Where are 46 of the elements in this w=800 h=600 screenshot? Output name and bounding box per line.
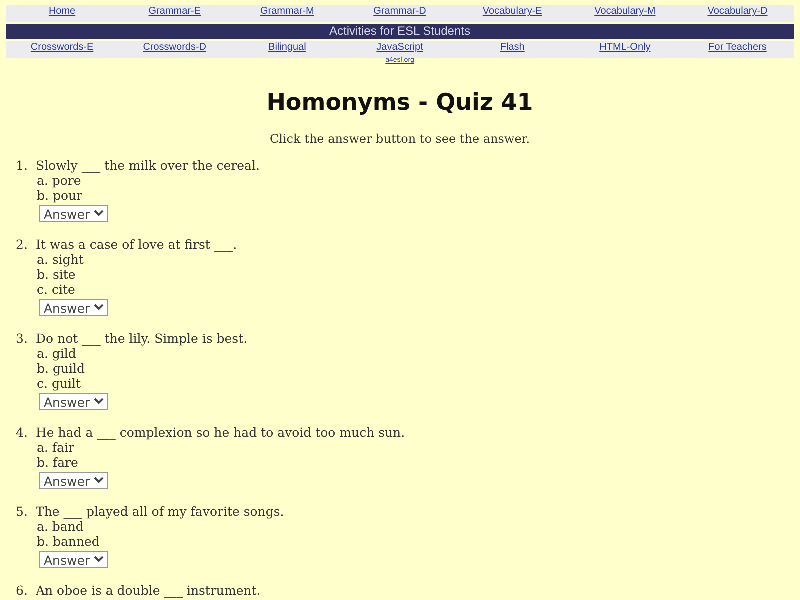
instructions: Click the answer button to see the answer. bbox=[268, 132, 532, 147]
answer-dropdown[interactable]: Answer bbox=[39, 299, 108, 316]
answer-option: b. pour bbox=[0, 188, 800, 203]
question-number: 2. bbox=[15, 237, 29, 252]
banner: Activities for ESL Students bbox=[6, 24, 794, 39]
answer-option: a. pore bbox=[0, 173, 800, 188]
nav-link[interactable]: Grammar-M bbox=[231, 6, 344, 21]
answer-option: c. cite bbox=[0, 282, 800, 297]
answer-option: b. fare bbox=[0, 455, 800, 470]
nav-link[interactable]: Home bbox=[6, 6, 119, 21]
answer-option: b. banned bbox=[0, 534, 800, 549]
question-text: The ___ played all of my favorite songs. bbox=[36, 504, 284, 519]
nav-link[interactable]: Bilingual bbox=[268, 42, 306, 57]
nav-link[interactable]: Grammar-D bbox=[344, 6, 456, 21]
answer-dropdown[interactable]: Answer bbox=[39, 472, 108, 489]
nav-link[interactable]: Crosswords-D bbox=[143, 42, 207, 57]
question-number: 5. bbox=[15, 504, 29, 519]
nav-link[interactable]: Vocabulary-M bbox=[568, 6, 682, 21]
question-text: An oboe is a double ___ instrument. bbox=[36, 583, 261, 598]
nav-link[interactable]: HTML-Only bbox=[600, 42, 651, 57]
answer-dropdown[interactable]: Answer bbox=[39, 205, 108, 222]
question-number: 4. bbox=[15, 425, 29, 440]
answer-option: a. sight bbox=[0, 252, 800, 267]
answer-option: c. guilt bbox=[0, 376, 800, 391]
nav-link[interactable]: Vocabulary-E bbox=[456, 6, 569, 21]
question-text: Slowly ___ the milk over the cereal. bbox=[36, 158, 260, 173]
question-number: 6. bbox=[15, 583, 29, 598]
answer-option: a. gild bbox=[0, 346, 800, 361]
answer-option: b. guild bbox=[0, 361, 800, 376]
answer-dropdown[interactable]: Answer bbox=[39, 551, 108, 568]
answer-option: a. band bbox=[0, 519, 800, 534]
nav-link[interactable]: JavaScript bbox=[376, 42, 424, 57]
nav-link[interactable]: For Teachers bbox=[708, 42, 767, 57]
page-title: Homonyms - Quiz 41 bbox=[266, 89, 534, 118]
question-text: It was a case of love at first ___. bbox=[36, 237, 238, 252]
nav-link[interactable]: Grammar-E bbox=[118, 6, 232, 21]
answer-dropdown[interactable]: Answer bbox=[39, 393, 108, 410]
question-number: 3. bbox=[15, 331, 29, 346]
question-number: 1. bbox=[15, 158, 29, 173]
question-text: Do not ___ the lily. Simple is best. bbox=[36, 331, 248, 346]
answer-option: a. fair bbox=[0, 440, 800, 455]
nav-link[interactable]: Crosswords-E bbox=[30, 42, 94, 57]
answer-option: b. site bbox=[0, 267, 800, 282]
nav-link[interactable]: Vocabulary-D bbox=[681, 6, 794, 21]
nav-link[interactable]: Flash bbox=[500, 42, 525, 57]
question-text: He had a ___ complexion so he had to avoid too much sun. bbox=[36, 425, 406, 440]
